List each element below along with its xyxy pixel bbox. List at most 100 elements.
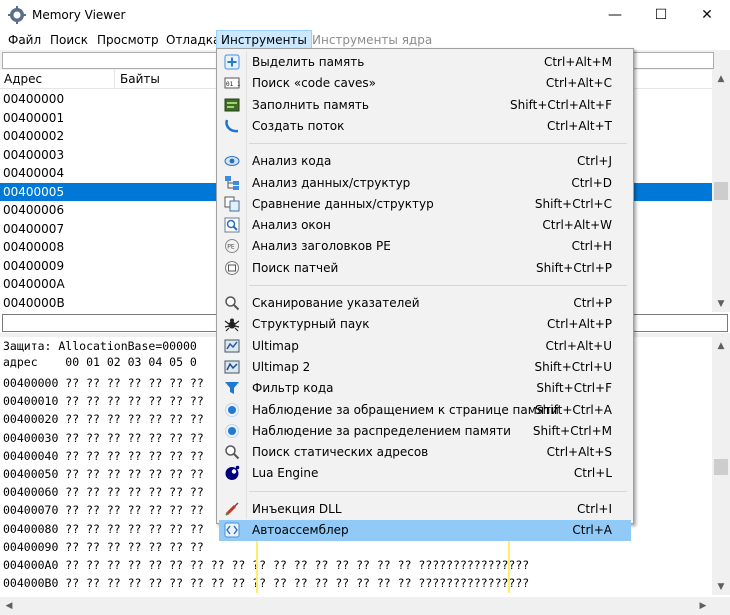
scroll-down-arrow-icon[interactable]: ▼ — [712, 578, 730, 595]
cheat-engine-icon — [8, 6, 26, 24]
hex-header: адрес 00 01 02 03 04 05 0 — [3, 355, 197, 369]
row-address: 00400006 — [3, 203, 65, 217]
menu-kernel-tools[interactable]: Инструменты ядра — [308, 32, 436, 48]
menu-item-shortcut: Ctrl+Alt+M — [543, 55, 612, 69]
menu-item-label: Наблюдение за распределением памяти — [252, 423, 511, 438]
menu-tools[interactable]: Инструменты — [216, 30, 312, 50]
minimize-button[interactable]: — — [592, 0, 638, 30]
title-bar: Memory Viewer — ☐ ✕ — [0, 0, 730, 30]
hex-row[interactable]: 00400070 ?? ?? ?? ?? ?? ?? ?? — [3, 501, 204, 519]
close-button[interactable]: ✕ — [684, 0, 730, 30]
menu-item-label: Заполнить память — [252, 97, 369, 112]
tools-menu-item[interactable]: Поиск статических адресов Ctrl+Alt+S — [219, 442, 631, 463]
tools-menu-item[interactable]: Ultimap Ctrl+Alt+U — [219, 336, 631, 357]
menu-view[interactable]: Просмотр — [93, 32, 163, 48]
tools-menu-item[interactable]: Поиск патчей Shift+Ctrl+P — [219, 258, 631, 279]
svg-text:PE: PE — [227, 244, 235, 251]
hex-horizontal-scrollbar[interactable]: ◀ ▶ — [0, 597, 712, 615]
row-address: 00400004 — [3, 166, 65, 180]
tools-menu-item[interactable]: Анализ окон Ctrl+Alt+W — [219, 215, 631, 236]
tools-menu-item[interactable]: Ultimap 2 Shift+Ctrl+U — [219, 357, 631, 378]
tools-menu-item[interactable]: Инъекция DLL Ctrl+I — [219, 499, 631, 520]
pe-header-icon: PE — [224, 238, 240, 254]
hex-row[interactable]: 00400090 ?? ?? ?? ?? ?? ?? ?? — [3, 538, 204, 556]
menu-item-shortcut: Shift+Ctrl+A — [535, 402, 612, 417]
row-address: 00400008 — [3, 240, 65, 254]
menu-item-label: Анализ заголовков PE — [252, 239, 391, 254]
tools-menu-item[interactable]: Автоассемблер Ctrl+A — [219, 520, 631, 541]
hex-row[interactable]: 004000A0 ?? ?? ?? ?? ?? ?? ?? ?? ?? ?? ?… — [3, 556, 529, 574]
tools-menu-item[interactable]: Выделить память Ctrl+Alt+M — [219, 52, 631, 73]
row-address: 00400005 — [3, 184, 65, 199]
scroll-right-arrow-icon[interactable]: ▶ — [694, 597, 712, 614]
tools-menu-item[interactable]: Анализ данных/структур Ctrl+D — [219, 173, 631, 194]
hex-row[interactable]: 004000B0 ?? ?? ?? ?? ?? ?? ?? ?? ?? ?? ?… — [3, 574, 529, 592]
scroll-up-arrow-icon[interactable]: ▲ — [712, 70, 730, 87]
window-search-icon — [224, 217, 240, 233]
menu-item-shortcut: Ctrl+J — [577, 154, 612, 169]
menu-item-shortcut: Ctrl+P — [573, 296, 612, 310]
row-address: 0040000B — [3, 295, 65, 310]
hex-row[interactable]: 00400050 ?? ?? ?? ?? ?? ?? ?? — [3, 465, 204, 483]
menu-item-label: Ultimap 2 — [252, 359, 311, 374]
hex-row[interactable]: 00400030 ?? ?? ?? ?? ?? ?? ?? — [3, 429, 204, 447]
scroll-up-arrow-icon[interactable]: ▲ — [712, 337, 730, 354]
ultimap-icon — [224, 338, 240, 354]
menu-item-shortcut: Shift+Ctrl+M — [532, 423, 612, 438]
syringe-icon — [224, 501, 240, 517]
svg-text:01 1: 01 1 — [226, 81, 240, 88]
tools-menu-item[interactable]: PE Анализ заголовков PE Ctrl+H — [219, 236, 631, 257]
column-bytes-header[interactable]: Байты — [120, 72, 160, 86]
hex-scrollbar[interactable]: ▲ ▼ — [712, 337, 730, 595]
tools-menu-item[interactable]: Lua Engine Ctrl+L — [219, 463, 631, 484]
row-address: 00400000 — [3, 92, 65, 106]
structure-icon — [224, 175, 240, 191]
maximize-button[interactable]: ☐ — [638, 0, 684, 30]
tools-menu-item[interactable]: Сравнение данных/структур Shift+Ctrl+C — [219, 194, 631, 215]
hex-row[interactable]: 004000C0 ?? ?? ?? ?? ?? ?? ?? ?? ?? ?? ?… — [3, 592, 529, 593]
menu-item-shortcut: Shift+Ctrl+C — [534, 196, 612, 211]
hex-row[interactable]: 00400080 ?? ?? ?? ?? ?? ?? ?? — [3, 520, 204, 538]
disassembler-scrollbar[interactable]: ▲ ▼ — [712, 70, 730, 312]
menu-item-shortcut: Ctrl+Alt+U — [545, 338, 613, 353]
hex-row[interactable]: 00400020 ?? ?? ?? ?? ?? ?? ?? — [3, 410, 204, 428]
menu-item-label: Анализ кода — [252, 154, 332, 169]
row-address: 00400001 — [3, 110, 65, 125]
menu-item-label: Наблюдение за обращением к странице памя… — [252, 402, 559, 417]
static-search-icon — [224, 444, 240, 460]
dot-icon — [224, 402, 240, 418]
tools-menu-item[interactable]: Наблюдение за распределением памяти Shift… — [219, 421, 631, 442]
menu-separator — [249, 143, 627, 145]
tools-menu-item[interactable]: Структурный паук Ctrl+Alt+P — [219, 314, 631, 335]
menu-search[interactable]: Поиск — [46, 32, 92, 48]
hex-row[interactable]: 00400040 ?? ?? ?? ?? ?? ?? ?? — [3, 447, 204, 465]
hex-row[interactable]: 00400000 ?? ?? ?? ?? ?? ?? ?? — [3, 374, 204, 392]
tools-menu-item[interactable]: Фильтр кода Shift+Ctrl+F — [219, 378, 631, 399]
menu-item-shortcut: Ctrl+A — [572, 523, 612, 537]
scrollbar-thumb[interactable] — [714, 182, 728, 200]
row-address: 00400007 — [3, 221, 65, 236]
menu-item-shortcut: Ctrl+Alt+C — [545, 76, 612, 91]
menu-item-label: Создать поток — [252, 118, 345, 133]
column-address-header[interactable]: Адрес — [4, 72, 42, 86]
tools-menu-item[interactable]: Создать поток Ctrl+Alt+T — [219, 116, 631, 137]
menu-debug[interactable]: Отладка — [162, 32, 224, 48]
scrollbar-thumb[interactable] — [714, 459, 728, 475]
menu-separator — [249, 490, 627, 492]
code-cave-icon: 01 1 — [224, 75, 241, 91]
tools-menu-item[interactable]: Наблюдение за обращением к странице памя… — [219, 400, 631, 421]
menu-item-label: Поиск патчей — [252, 260, 339, 275]
tools-menu-item[interactable]: Анализ кода Ctrl+J — [219, 151, 631, 172]
tools-menu-item[interactable]: Сканирование указателей Ctrl+P — [219, 293, 631, 314]
hex-row[interactable]: 00400010 ?? ?? ?? ?? ?? ?? ?? — [3, 392, 204, 410]
menu-item-shortcut: Shift+Ctrl+F — [536, 381, 612, 396]
scroll-down-arrow-icon[interactable]: ▼ — [712, 295, 730, 312]
menu-file[interactable]: Файл — [4, 32, 45, 48]
scroll-left-arrow-icon[interactable]: ◀ — [0, 597, 18, 614]
hex-row[interactable]: 00400060 ?? ?? ?? ?? ?? ?? ?? — [3, 483, 204, 501]
menu-item-label: Поиск «code caves» — [252, 76, 376, 91]
tools-menu-item[interactable]: Заполнить память Shift+Ctrl+Alt+F — [219, 95, 631, 116]
menu-item-label: Ultimap — [252, 338, 299, 353]
menu-item-label: Выделить память — [252, 55, 365, 69]
tools-menu-item[interactable]: 01 1 Поиск «code caves» Ctrl+Alt+C — [219, 73, 631, 94]
